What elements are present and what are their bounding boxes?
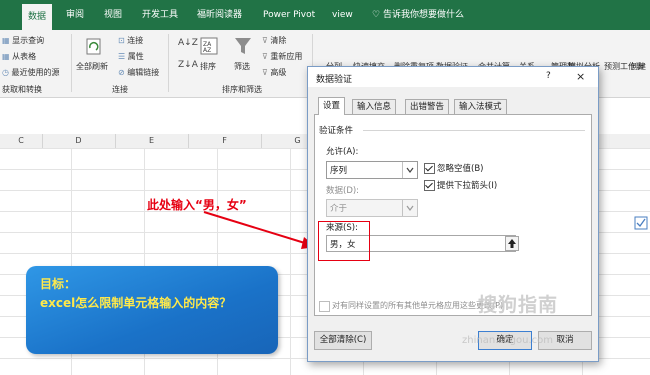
dialog-title: 数据验证 (316, 75, 353, 85)
clear-filter-button[interactable]: ⊽ 清除 (262, 35, 286, 46)
group-label-connections: 连接 (112, 85, 128, 94)
ignore-blank-label: 忽略空值(B) (437, 164, 484, 174)
sort-za-icon[interactable]: Z↓A (178, 60, 198, 70)
group-separator (71, 34, 72, 92)
column-header-d[interactable]: D (42, 134, 116, 148)
tab-input-message[interactable]: 输入信息 (352, 99, 397, 115)
recent-sources-button[interactable]: ◷ 最近使用的源 (2, 67, 60, 78)
tab-settings[interactable]: 设置 (318, 97, 346, 115)
data-select[interactable]: 介于 (326, 199, 418, 217)
tab-review[interactable]: 审阅 (66, 0, 84, 30)
advanced-filter-icon: ⊽ (262, 68, 268, 77)
allow-label: 允许(A): (326, 147, 359, 157)
source-highlight-box (318, 221, 370, 261)
tell-me-box[interactable]: ♡ 告诉我你想要做什么 (372, 0, 464, 30)
tab-view[interactable]: 视图 (104, 0, 122, 30)
data-validation-dialog: 数据验证 ? × 设置 输入信息 出错警告 输入法模式 验证条件 允许(A): … (307, 66, 599, 362)
group-label-get-transform: 获取和转换 (2, 85, 42, 94)
goal-title: 目标： (40, 277, 77, 291)
edit-link-icon: ⊘ (118, 68, 125, 77)
tab-developer[interactable]: 开发工具 (142, 0, 178, 30)
allow-select[interactable]: 序列 (326, 161, 418, 179)
from-table-button[interactable]: ▦ 从表格 (2, 51, 36, 62)
filter-button[interactable]: 筛选 (234, 61, 250, 72)
refresh-all-button[interactable]: 全部刷新 (76, 61, 108, 72)
validation-criteria-label: 验证条件 (319, 126, 354, 136)
tab-power-pivot[interactable]: Power Pivot (263, 0, 315, 30)
chevron-down-icon (402, 162, 417, 178)
watermark-logo-text: 搜狗指南 (478, 294, 559, 316)
in-cell-dropdown-checkbox[interactable] (424, 180, 435, 191)
allow-value: 序列 (330, 166, 348, 176)
sort-az-icon[interactable]: A↓Z (178, 38, 198, 48)
tell-me-text: 告诉我你想要做什么 (382, 10, 464, 20)
group-button[interactable]: 创建 (630, 61, 646, 72)
chevron-down-icon (402, 200, 417, 216)
tab-view-addin[interactable]: view (332, 0, 353, 30)
table-icon: ▦ (2, 36, 10, 45)
collapse-range-button[interactable] (505, 236, 519, 251)
group-separator (168, 34, 169, 92)
apply-to-all-checkbox[interactable] (319, 301, 330, 312)
reapply-icon: ⊽ (262, 52, 268, 61)
filter-funnel-icon (235, 38, 251, 54)
advanced-filter-button[interactable]: ⊽ 高级 (262, 67, 286, 78)
dialog-title-bar: 数据验证 ? × (308, 67, 598, 87)
show-queries-button[interactable]: ▦ 显示查询 (2, 35, 44, 46)
annotation-arrow-icon (203, 211, 316, 249)
data-label: 数据(D): (326, 186, 360, 196)
clear-filter-icon: ⊽ (262, 36, 268, 45)
properties-button[interactable]: ☰ 属性 (118, 51, 144, 62)
edit-links-button[interactable]: ⊘ 编辑链接 (118, 67, 159, 78)
column-header-c[interactable]: C (0, 134, 43, 148)
collapse-range-icon (508, 239, 516, 248)
column-header-f[interactable]: F (188, 134, 262, 148)
reapply-button[interactable]: ⊽ 重新应用 (262, 51, 302, 62)
connections-button[interactable]: ⊡ 连接 (118, 35, 143, 46)
sort-button[interactable]: 排序 (200, 61, 216, 72)
settings-panel: 验证条件 允许(A): 序列 忽略空值(B) 提供下拉箭头(I) 数据(D): … (314, 114, 592, 316)
link-icon: ⊡ (118, 36, 125, 45)
lightbulb-icon: ♡ (372, 10, 381, 20)
tab-error-alert[interactable]: 出错警告 (405, 99, 450, 115)
svg-text:AZ: AZ (203, 47, 211, 54)
watermark-url: zhinan.sogou.com (462, 335, 554, 346)
tab-foxit-reader[interactable]: 福昕阅读器 (197, 0, 242, 30)
ribbon-tab-bar: 数据 审阅 视图 开发工具 福昕阅读器 Power Pivot view ♡ 告… (0, 0, 650, 30)
table-icon: ▦ (2, 52, 10, 61)
close-button[interactable]: × (576, 70, 585, 83)
quick-analysis-icon[interactable] (634, 216, 648, 230)
goal-callout: 目标： excel怎么限制单元格输入的内容？ (26, 266, 278, 354)
in-cell-dropdown-label: 提供下拉箭头(I) (437, 181, 498, 191)
sort-dialog-icon: ZA AZ (200, 37, 218, 55)
column-header-e[interactable]: E (115, 134, 189, 148)
goal-text: excel怎么限制单元格输入的内容？ (40, 296, 232, 310)
tab-ime-mode[interactable]: 输入法模式 (454, 99, 507, 115)
clock-icon: ◷ (2, 68, 9, 77)
refresh-all-icon (86, 38, 101, 55)
ignore-blank-checkbox[interactable] (424, 163, 435, 174)
help-button[interactable]: ? (546, 71, 551, 81)
tab-data[interactable]: 数据 (22, 4, 53, 30)
group-label-sort-filter: 排序和筛选 (222, 85, 262, 94)
data-value: 介于 (330, 204, 348, 214)
section-divider (363, 130, 585, 131)
properties-icon: ☰ (118, 52, 126, 61)
clear-all-button[interactable]: 全部清除(C) (314, 331, 372, 350)
